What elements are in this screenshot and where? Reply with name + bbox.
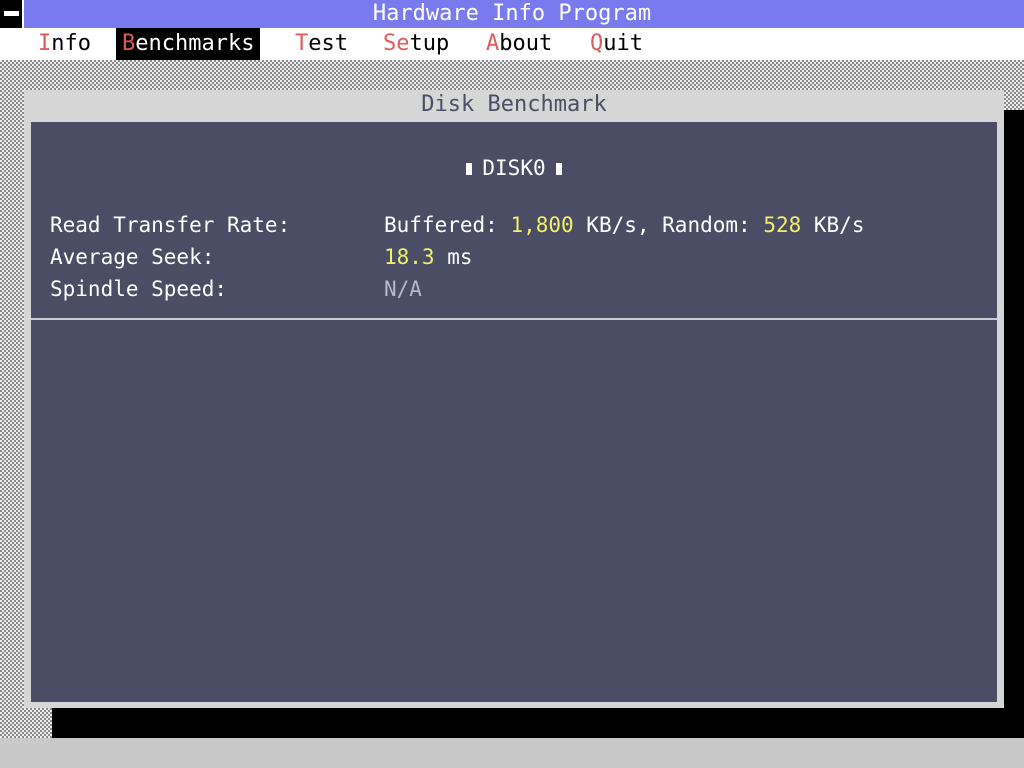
hotkey-letter: T [295,31,309,56]
benchmark-pane: DISK0 Read Transfer Rate: Buffered: 1,80… [31,122,997,702]
average-seek-value: 18.3 ms [384,244,473,270]
buffered-value: 1,800 [510,213,574,237]
disk-name: DISK0 [482,156,546,180]
read-transfer-label: Read Transfer Rate: [50,213,291,237]
hotkey-letter: B [122,31,136,56]
disk-benchmark-window: Disk Benchmark DISK0 Read Transfer Rate:… [24,90,1004,708]
menu-info[interactable]: Info [32,28,97,60]
hotkey-letter: Q [590,31,604,56]
menu-label: nfo [51,31,91,56]
disk-heading: DISK0 [31,155,997,181]
read-transfer-value: Buffered: 1,800 KB/s, Random: 528 KB/s [384,212,864,238]
hotkey-letter: Se [383,31,410,56]
pane-divider [31,318,997,320]
menu-about[interactable]: About [480,28,558,60]
bottom-bar [0,738,1024,768]
menu-label: uit [603,31,643,56]
hotkey-letter: I [38,31,52,56]
bullet-icon [555,163,562,175]
window-title: Disk Benchmark [421,92,607,117]
bullet-icon [466,163,473,175]
buffered-label: Buffered: [384,213,511,237]
random-unit: KB/s [801,213,865,237]
spindle-speed-label: Spindle Speed: [50,277,228,301]
menu-setup[interactable]: Setup [377,28,455,60]
system-menu-button[interactable] [0,0,24,28]
menu-benchmarks[interactable]: Benchmarks [116,28,261,60]
buffered-unit: KB/s, Random: [573,213,764,237]
menu-label: enchmarks [135,31,255,56]
random-value: 528 [763,213,802,237]
menu-label: bout [499,31,553,56]
app-title: Hardware Info Program [372,1,652,26]
title-bar: Hardware Info Program [0,0,1024,28]
menu-quit[interactable]: Quit [584,28,649,60]
average-seek-label: Average Seek: [50,245,215,269]
seek-unit: ms [434,245,473,269]
hotkey-letter: A [486,31,500,56]
spindle-speed-value: N/A [384,277,422,301]
menu-bar: Info Benchmarks Test Setup About Quit [0,28,1024,60]
seek-number: 18.3 [384,245,435,269]
menu-label: tup [409,31,450,56]
menu-test[interactable]: Test [289,28,354,60]
menu-label: est [308,31,348,56]
minus-icon [4,11,19,16]
